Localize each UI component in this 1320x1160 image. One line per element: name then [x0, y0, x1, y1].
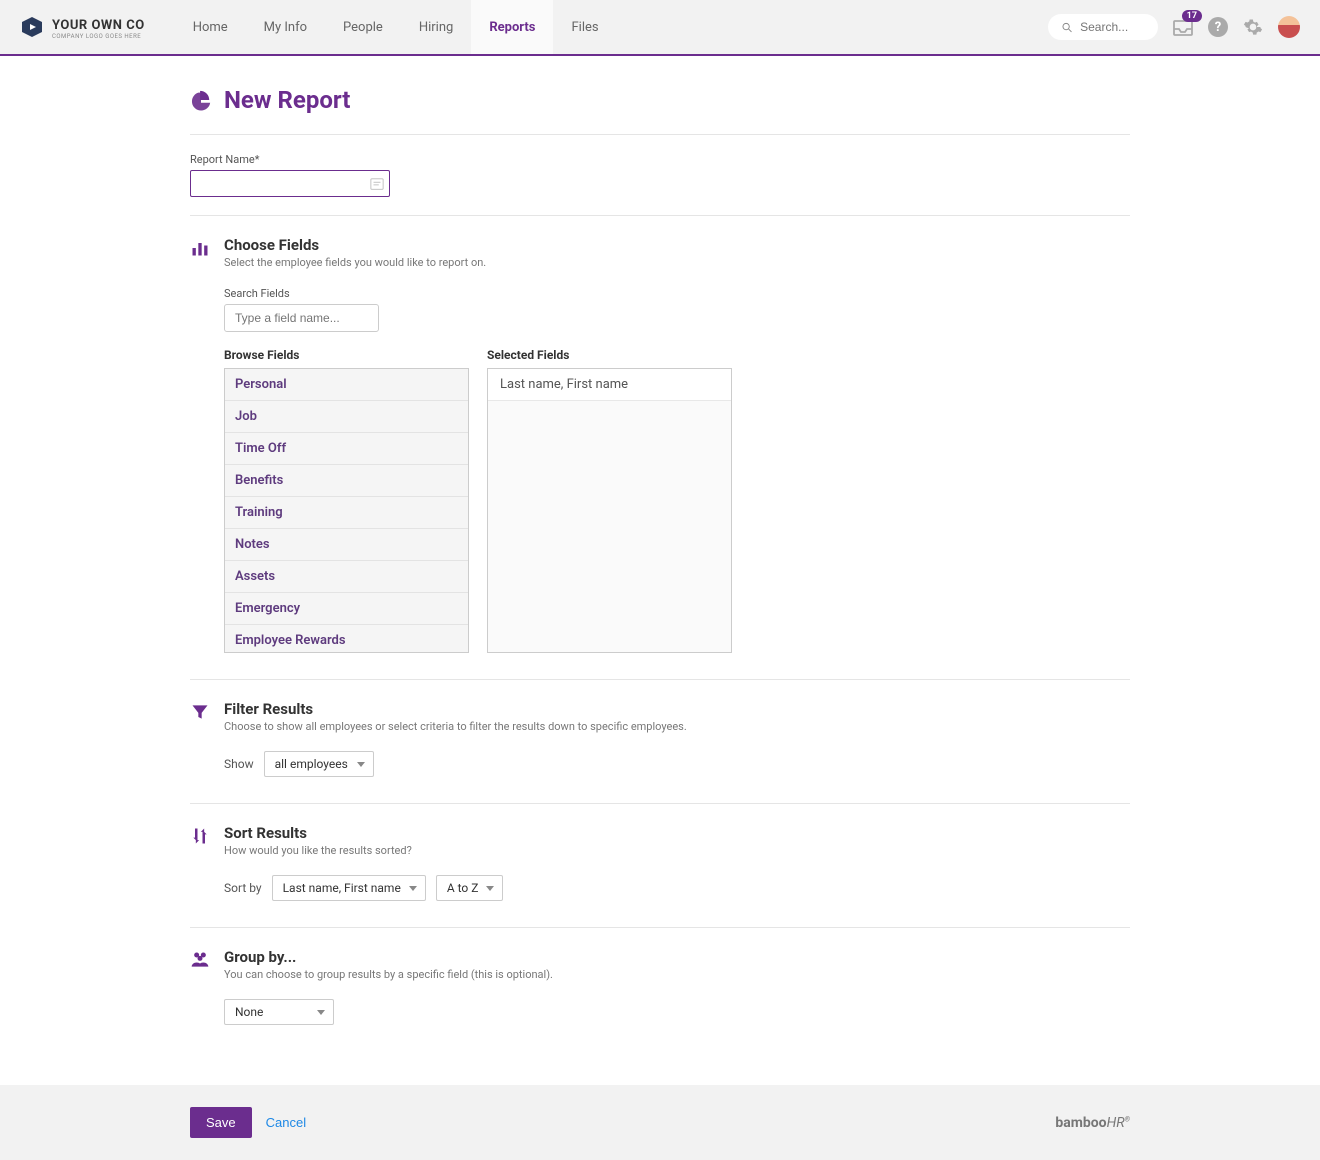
settings-button[interactable] [1242, 16, 1264, 38]
report-name-input[interactable] [190, 170, 390, 197]
selected-fields-header: Selected Fields [487, 348, 732, 362]
browse-category-job[interactable]: Job [225, 401, 468, 433]
logo-tagline: COMPANY LOGO GOES HERE [52, 33, 145, 40]
filter-icon [190, 702, 210, 722]
user-avatar[interactable] [1278, 16, 1300, 38]
gear-icon [1243, 17, 1263, 37]
sort-by-label: Sort by [224, 881, 262, 895]
group-desc: You can choose to group results by a spe… [224, 968, 1130, 981]
selected-fields-list[interactable]: Last name, First name [487, 368, 732, 653]
browse-category-training[interactable]: Training [225, 497, 468, 529]
footer: Save Cancel bambooHR® [0, 1085, 1320, 1160]
browse-category-benefits[interactable]: Benefits [225, 465, 468, 497]
bar-chart-icon [190, 238, 210, 258]
filter-show-label: Show [224, 757, 254, 771]
selected-field-item[interactable]: Last name, First name [488, 369, 731, 401]
browse-fields-list[interactable]: Personal Job Time Off Benefits Training … [224, 368, 469, 653]
help-button[interactable]: ? [1208, 17, 1228, 37]
cancel-button[interactable]: Cancel [266, 1115, 306, 1130]
choose-fields-title: Choose Fields [224, 236, 1130, 254]
sort-direction-select[interactable]: A to Z [436, 875, 504, 901]
logo-hex-icon [20, 15, 44, 39]
browse-category-employee-rewards[interactable]: Employee Rewards [225, 625, 468, 653]
group-by-select[interactable]: None [224, 999, 334, 1025]
global-search-input[interactable] [1080, 20, 1144, 34]
filter-desc: Choose to show all employees or select c… [224, 720, 1130, 733]
search-fields-input[interactable] [224, 304, 379, 332]
company-logo[interactable]: YOUR OWN CO COMPANY LOGO GOES HERE [20, 14, 145, 40]
nav-hiring[interactable]: Hiring [401, 0, 471, 54]
browse-category-assets[interactable]: Assets [225, 561, 468, 593]
global-search[interactable] [1048, 14, 1158, 40]
pie-chart-icon [190, 89, 212, 111]
sort-field-select[interactable]: Last name, First name [272, 875, 426, 901]
page-header: New Report [190, 86, 1130, 135]
browse-category-time-off[interactable]: Time Off [225, 433, 468, 465]
browse-fields-header: Browse Fields [224, 348, 469, 362]
search-icon [1062, 21, 1072, 34]
report-name-label: Report Name* [190, 153, 1130, 166]
sort-icon [190, 826, 210, 846]
nav-reports[interactable]: Reports [471, 0, 553, 54]
page-title: New Report [224, 86, 350, 114]
footer-brand: bambooHR® [1055, 1115, 1130, 1131]
input-suffix-icon [370, 177, 384, 191]
main-nav: Home My Info People Hiring Reports Files [175, 0, 617, 54]
save-button[interactable]: Save [190, 1107, 252, 1138]
logo-text: YOUR OWN CO [52, 18, 145, 33]
sort-desc: How would you like the results sorted? [224, 844, 1130, 857]
browse-category-notes[interactable]: Notes [225, 529, 468, 561]
group-title: Group by... [224, 948, 1130, 966]
filter-title: Filter Results [224, 700, 1130, 718]
nav-people[interactable]: People [325, 0, 401, 54]
inbox-badge: 17 [1182, 10, 1202, 22]
group-icon [190, 950, 210, 970]
browse-category-emergency[interactable]: Emergency [225, 593, 468, 625]
sort-title: Sort Results [224, 824, 1130, 842]
topbar: YOUR OWN CO COMPANY LOGO GOES HERE Home … [0, 0, 1320, 56]
search-fields-label: Search Fields [224, 287, 1130, 300]
inbox-button[interactable]: 17 [1172, 16, 1194, 38]
choose-fields-desc: Select the employee fields you would lik… [224, 256, 1130, 269]
filter-show-select[interactable]: all employees [264, 751, 374, 777]
nav-files[interactable]: Files [553, 0, 616, 54]
nav-home[interactable]: Home [175, 0, 246, 54]
browse-category-personal[interactable]: Personal [225, 369, 468, 401]
nav-my-info[interactable]: My Info [246, 0, 325, 54]
